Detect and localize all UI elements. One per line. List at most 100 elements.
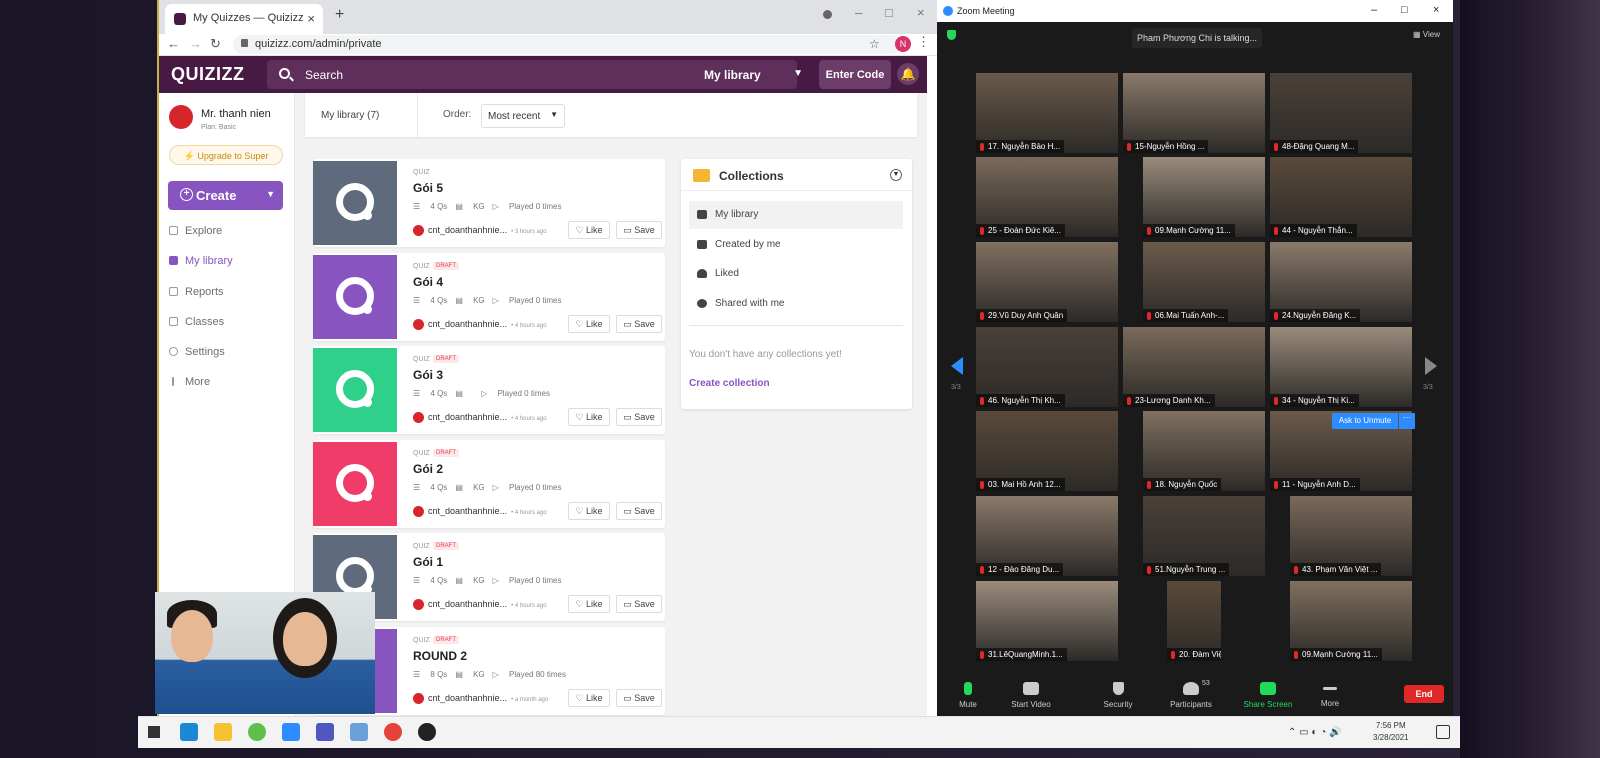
quiz-card[interactable]: QUIZ DRAFT Gói 3 ☰ 4 Qs ▤ ▷ Played 0 times cn… xyxy=(313,346,665,434)
windows-start-icon[interactable] xyxy=(148,726,160,738)
avatar[interactable] xyxy=(169,105,193,129)
sidebar-item-more[interactable]: More xyxy=(169,376,210,388)
mute-button[interactable]: Mute xyxy=(932,678,1004,709)
close-tab-icon[interactable]: × xyxy=(307,11,315,26)
view-button[interactable]: ▦ View xyxy=(1413,30,1440,39)
participant-tile[interactable]: 23-Lương Danh Kh... xyxy=(1123,327,1265,407)
bookmark-star-icon[interactable]: ☆ xyxy=(869,37,880,51)
quiz-title[interactable]: Gói 5 xyxy=(413,181,443,195)
save-button[interactable]: ▭ Save xyxy=(616,502,662,520)
browser-tab[interactable]: My Quizzes — Quizizz × xyxy=(165,4,323,34)
system-tray[interactable]: ⌃ ▭ ◐ ◔ 🔊 xyxy=(1288,727,1341,738)
participants-button[interactable]: Participants xyxy=(1155,678,1227,709)
app-icon[interactable] xyxy=(418,723,436,741)
order-select[interactable]: Most recent ▼ xyxy=(481,104,565,128)
quiz-title[interactable]: ROUND 2 xyxy=(413,649,467,663)
end-meeting-button[interactable]: End xyxy=(1404,685,1444,703)
previous-page-icon[interactable] xyxy=(951,357,963,375)
app-icon[interactable] xyxy=(248,723,266,741)
more-button[interactable]: More xyxy=(1294,678,1366,708)
library-count[interactable]: My library (7) xyxy=(321,110,379,121)
collection-my-library[interactable]: My library xyxy=(689,201,903,229)
chevron-down-icon[interactable]: ▼ xyxy=(890,169,902,181)
close-window-icon[interactable]: × xyxy=(1433,4,1439,16)
save-button[interactable]: ▭ Save xyxy=(616,221,662,239)
sidebar-item-reports[interactable]: Reports xyxy=(169,286,224,298)
security-button[interactable]: Security xyxy=(1082,678,1154,709)
maximize-icon[interactable]: □ xyxy=(885,5,893,20)
participant-tile[interactable]: 25 - Đoàn Đức Kiê... xyxy=(976,157,1118,237)
participant-tile[interactable]: 31.LêQuangMinh.1... xyxy=(976,581,1118,661)
participant-tile[interactable]: 46. Nguyễn Thị Kh... xyxy=(976,327,1118,407)
url-field[interactable]: quizizz.com/admin/private xyxy=(233,35,901,54)
sidebar-item-settings[interactable]: Settings xyxy=(169,346,225,358)
like-button[interactable]: ♡ Like xyxy=(568,221,610,239)
library-select[interactable]: My library ▼ xyxy=(694,60,809,89)
chrome-icon[interactable] xyxy=(384,723,402,741)
quiz-thumbnail[interactable] xyxy=(313,161,397,245)
start-video-button[interactable]: Start Video xyxy=(995,678,1067,709)
chrome-menu-icon[interactable]: ⋮ xyxy=(917,34,930,50)
save-button[interactable]: ▭ Save xyxy=(616,408,662,426)
participant-tile[interactable]: 34 - Nguyễn Thị Ki... xyxy=(1270,327,1412,407)
close-window-icon[interactable]: × xyxy=(917,5,925,20)
participant-tile[interactable]: 15-Nguyễn Hồng ... xyxy=(1123,73,1265,153)
create-collection-link[interactable]: Create collection xyxy=(689,378,770,389)
save-button[interactable]: ▭ Save xyxy=(616,315,662,333)
profile-avatar[interactable]: N xyxy=(895,36,911,52)
participant-tile[interactable]: 09.Mạnh Cường 11... xyxy=(1290,581,1412,661)
quiz-card[interactable]: QUIZ DRAFT Gói 4 ☰ 4 Qs ▤ KG ▷ Played 0 times… xyxy=(313,253,665,341)
app-icon[interactable] xyxy=(350,723,368,741)
participant-tile[interactable]: 20. Đàm Việt Quang xyxy=(1167,581,1221,661)
forward-icon[interactable]: → xyxy=(189,36,202,51)
collection-shared-with-me[interactable]: Shared with me xyxy=(689,290,903,318)
edge-icon[interactable] xyxy=(180,723,198,741)
file-explorer-icon[interactable] xyxy=(214,723,232,741)
ask-to-unmute-button[interactable]: Ask to Unmute xyxy=(1332,413,1398,429)
quiz-title[interactable]: Gói 1 xyxy=(413,555,443,569)
taskbar-clock[interactable]: 7:56 PM 3/28/2021 xyxy=(1373,720,1409,744)
sidebar-item-explore[interactable]: Explore xyxy=(169,225,222,237)
participant-tile[interactable]: 43. Phạm Văn Việt ... xyxy=(1290,496,1412,576)
security-shield-icon[interactable] xyxy=(947,30,956,40)
participant-tile[interactable]: 51.Nguyễn Trung ... xyxy=(1143,496,1265,576)
save-button[interactable]: ▭ Save xyxy=(616,595,662,613)
like-button[interactable]: ♡ Like xyxy=(568,315,610,333)
sidebar-item-my-library[interactable]: My library xyxy=(169,255,233,267)
quiz-title[interactable]: Gói 2 xyxy=(413,462,443,476)
participant-tile[interactable]: 24.Nguyễn Đăng K... xyxy=(1270,242,1412,322)
next-page-icon[interactable] xyxy=(1425,357,1437,375)
participant-tile[interactable]: 48-Đặng Quang M... xyxy=(1270,73,1412,153)
save-button[interactable]: ▭ Save xyxy=(616,689,662,707)
collection-liked[interactable]: Liked xyxy=(689,260,903,288)
quiz-thumbnail[interactable] xyxy=(313,442,397,526)
upgrade-button[interactable]: ⚡ Upgrade to Super xyxy=(169,145,283,165)
quiz-title[interactable]: Gói 4 xyxy=(413,275,443,289)
maximize-icon[interactable]: □ xyxy=(1401,4,1408,16)
participant-tile[interactable]: 12 - Đào Đăng Du... xyxy=(976,496,1118,576)
notification-icon[interactable] xyxy=(1436,725,1450,739)
sidebar-item-classes[interactable]: Classes xyxy=(169,316,224,328)
quiz-thumbnail[interactable] xyxy=(313,348,397,432)
reload-icon[interactable]: ↻ xyxy=(210,36,221,52)
like-button[interactable]: ♡ Like xyxy=(568,502,610,520)
quiz-card[interactable]: QUIZ Gói 5 ☰ 4 Qs ▤ KG ▷ Played 0 times cnt_d… xyxy=(313,159,665,247)
minimize-icon[interactable]: – xyxy=(855,5,862,20)
like-button[interactable]: ♡ Like xyxy=(568,689,610,707)
participant-tile[interactable]: 06.Mai Tuấn Anh-... xyxy=(1143,242,1265,322)
participant-tile[interactable]: 44 - Nguyễn Thắn... xyxy=(1270,157,1412,237)
enter-code-button[interactable]: Enter Code xyxy=(819,60,891,89)
new-tab-icon[interactable]: + xyxy=(335,6,344,24)
teams-icon[interactable] xyxy=(316,723,334,741)
like-button[interactable]: ♡ Like xyxy=(568,595,610,613)
chevron-down-icon[interactable]: ▼ xyxy=(266,189,275,199)
minimize-icon[interactable]: – xyxy=(1371,4,1377,16)
participant-tile[interactable]: 03. Mai Hồ Anh 12... xyxy=(976,411,1118,491)
quiz-title[interactable]: Gói 3 xyxy=(413,368,443,382)
like-button[interactable]: ♡ Like xyxy=(568,408,610,426)
participant-tile[interactable]: 17. Nguyễn Bảo H... xyxy=(976,73,1118,153)
participant-tile[interactable]: 29.Vũ Duy Anh Quân xyxy=(976,242,1118,322)
quizizz-logo[interactable]: QUIZIZZ xyxy=(171,64,245,85)
bell-icon[interactable]: 🔔 xyxy=(897,63,919,85)
create-button[interactable]: + Create ▼ xyxy=(168,181,283,210)
